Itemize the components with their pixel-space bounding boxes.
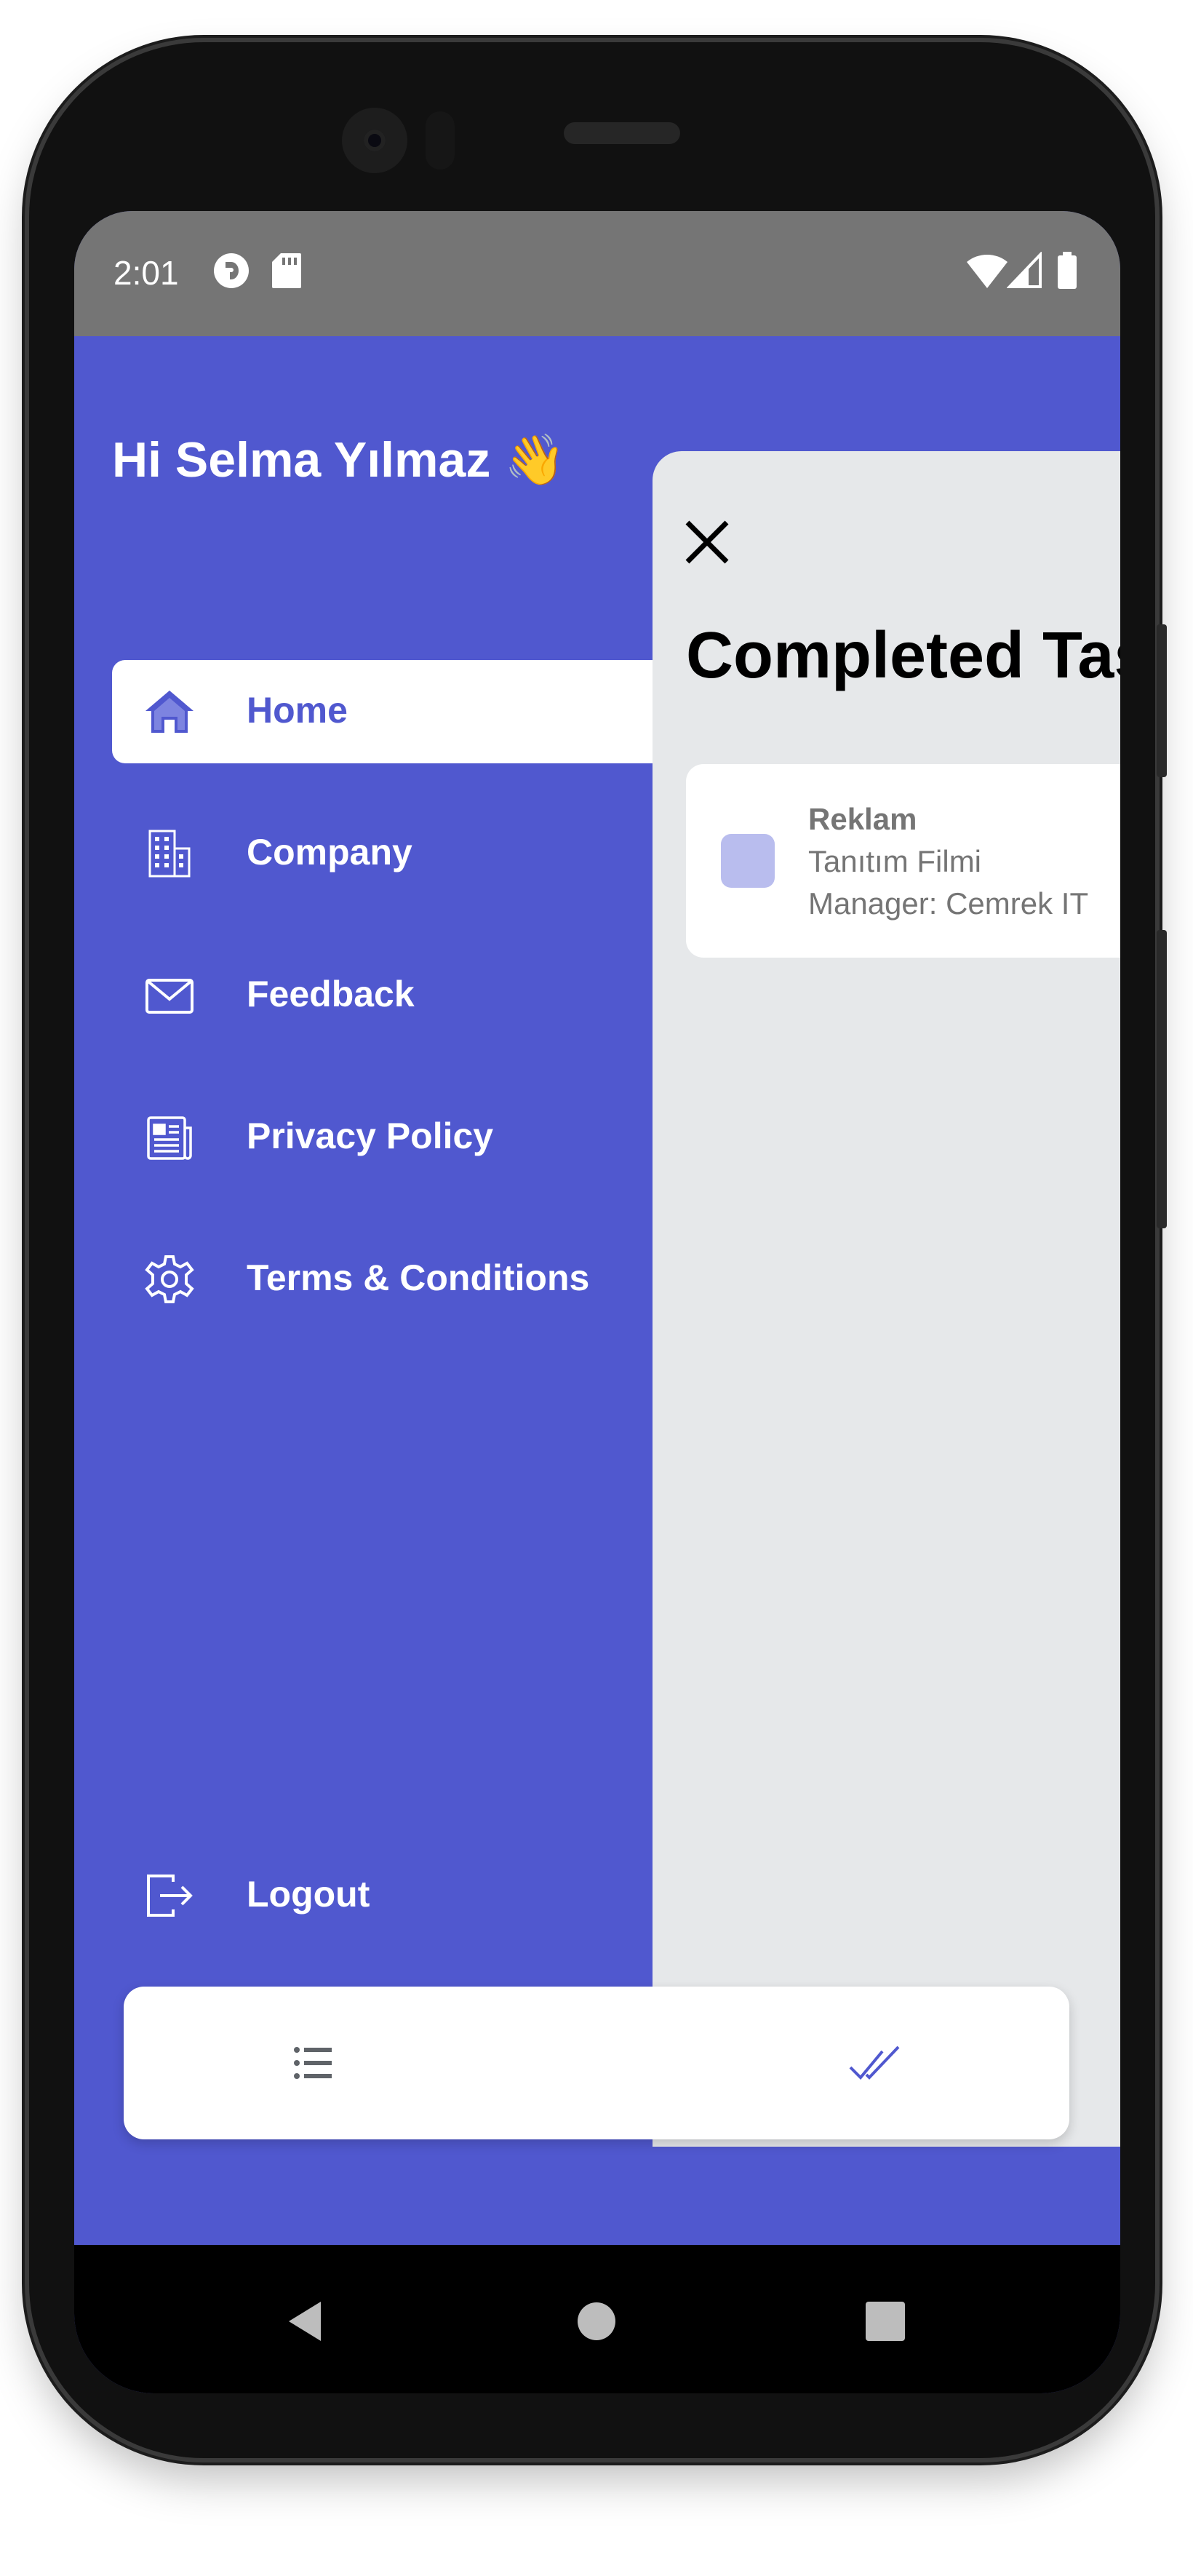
logout-label: Logout xyxy=(247,1874,370,1915)
status-bar: 2:01 xyxy=(74,211,1120,336)
list-icon xyxy=(294,2047,332,2079)
task-card[interactable]: Reklam Tanıtım Filmi Manager: Cemrek IT xyxy=(686,764,1120,958)
gear-icon xyxy=(144,1254,195,1305)
menu-label-terms-conditions: Terms & Conditions xyxy=(247,1257,590,1298)
status-time: 2:01 xyxy=(113,254,179,292)
task-title: Reklam xyxy=(808,802,917,836)
proximity-sensor xyxy=(426,111,455,170)
close-icon[interactable] xyxy=(682,517,733,568)
screen: 2:01 Hi Selma Yılmaz 👋 Home Company Feed… xyxy=(74,211,1120,2393)
task-manager: Manager: Cemrek IT xyxy=(808,886,1089,921)
greeting-title: Hi Selma Yılmaz 👋 xyxy=(112,432,566,488)
logout-button[interactable]: Logout xyxy=(112,1844,694,1947)
mail-icon xyxy=(144,970,195,1021)
wifi-icon xyxy=(965,252,1009,298)
building-icon xyxy=(144,828,195,879)
power-button xyxy=(1157,624,1167,777)
completed-tasks-button[interactable] xyxy=(840,2027,913,2099)
logout-icon xyxy=(144,1870,195,1921)
battery-icon xyxy=(1056,252,1078,298)
menu-label-home: Home xyxy=(247,690,348,731)
app-notification-icon xyxy=(212,252,250,298)
menu-item-company[interactable]: Company xyxy=(112,802,694,905)
completed-tasks-panel: Completed Tas Reklam Tanıtım Filmi Manag… xyxy=(653,451,1120,2147)
task-color-swatch xyxy=(721,834,775,888)
earpiece-speaker xyxy=(564,122,680,144)
menu-label-feedback: Feedback xyxy=(247,974,415,1014)
menu-item-terms-conditions[interactable]: Terms & Conditions xyxy=(112,1228,694,1331)
menu-label-company: Company xyxy=(247,832,412,872)
home-circle-icon[interactable] xyxy=(571,2296,622,2347)
tasks-list-button[interactable] xyxy=(276,2027,349,2099)
double-check-icon xyxy=(849,2046,900,2080)
cellular-signal-icon xyxy=(1006,251,1043,298)
volume-button xyxy=(1157,930,1167,1228)
menu-label-privacy-policy: Privacy Policy xyxy=(247,1116,494,1156)
newspaper-icon xyxy=(144,1112,195,1163)
page-title: Completed Tas xyxy=(686,619,1120,692)
menu-item-privacy-policy[interactable]: Privacy Policy xyxy=(112,1086,694,1189)
home-icon xyxy=(144,686,195,737)
system-navigation-bar xyxy=(74,2245,1120,2393)
back-icon[interactable] xyxy=(282,2296,332,2347)
recents-icon[interactable] xyxy=(860,2296,911,2347)
task-subtitle: Tanıtım Filmi xyxy=(808,844,982,878)
menu-item-feedback[interactable]: Feedback xyxy=(112,944,694,1047)
sd-card-icon xyxy=(271,252,303,298)
menu-item-home[interactable]: Home xyxy=(112,660,694,763)
front-camera xyxy=(342,108,407,173)
bottom-navigation xyxy=(124,1987,1069,2139)
